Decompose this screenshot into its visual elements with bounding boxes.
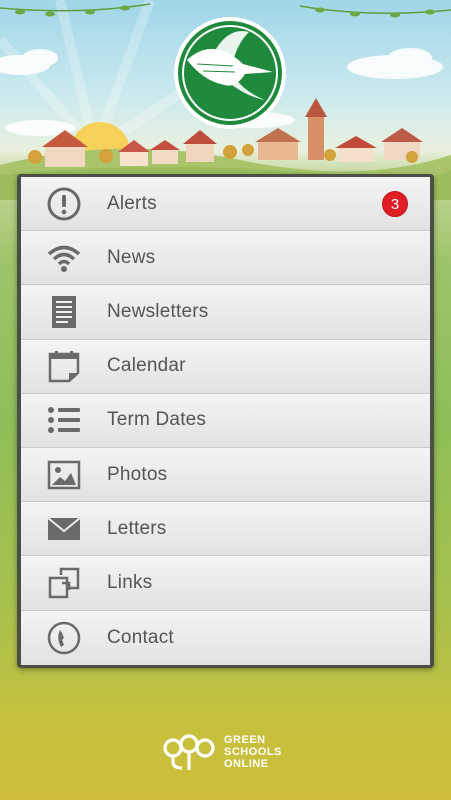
wifi-icon — [21, 231, 107, 285]
menu-label-links: Links — [107, 571, 153, 593]
image-icon — [21, 448, 107, 502]
menu-label-contact: Contact — [107, 626, 174, 648]
menu-label-news: News — [107, 246, 156, 268]
green-schools-online-mark — [163, 734, 215, 770]
menu-label-term-dates: Term Dates — [107, 409, 207, 431]
menu-item-alerts[interactable]: Alerts 3 — [21, 177, 430, 232]
menu-label-newsletters: Newsletters — [107, 300, 209, 322]
phone-icon — [21, 611, 107, 665]
footer-brand-line-2: SCHOOLS — [224, 746, 282, 758]
menu-label-alerts: Alerts — [107, 192, 157, 214]
menu-item-photos[interactable]: Photos — [21, 447, 430, 503]
green-schools-online-logo: GREEN SCHOOLS ONLINE — [162, 730, 302, 774]
menu-label-calendar: Calendar — [107, 355, 186, 377]
main-menu: Alerts 3 News Newsletters Calendar Term … — [17, 174, 434, 668]
document-icon — [21, 285, 107, 339]
link-icon — [21, 556, 107, 610]
footer-brand-line-3: ONLINE — [224, 758, 269, 770]
menu-item-links[interactable]: Links — [21, 556, 430, 611]
envelope-icon — [21, 502, 107, 556]
alerts-count-badge: 3 — [382, 191, 408, 217]
menu-item-news[interactable]: News — [21, 231, 430, 286]
list-icon — [21, 393, 107, 447]
menu-label-letters: Letters — [107, 517, 167, 539]
menu-item-calendar[interactable]: Calendar — [21, 339, 430, 394]
menu-label-photos: Photos — [107, 463, 168, 485]
menu-item-letters[interactable]: Letters — [21, 502, 430, 557]
school-logo — [173, 16, 287, 130]
menu-item-newsletters[interactable]: Newsletters — [21, 285, 430, 340]
calendar-icon — [21, 339, 107, 393]
footer-brand-line-1: GREEN — [224, 734, 266, 746]
menu-item-contact[interactable]: Contact — [21, 610, 430, 665]
menu-item-term-dates[interactable]: Term Dates — [21, 393, 430, 448]
alert-icon — [21, 177, 107, 231]
